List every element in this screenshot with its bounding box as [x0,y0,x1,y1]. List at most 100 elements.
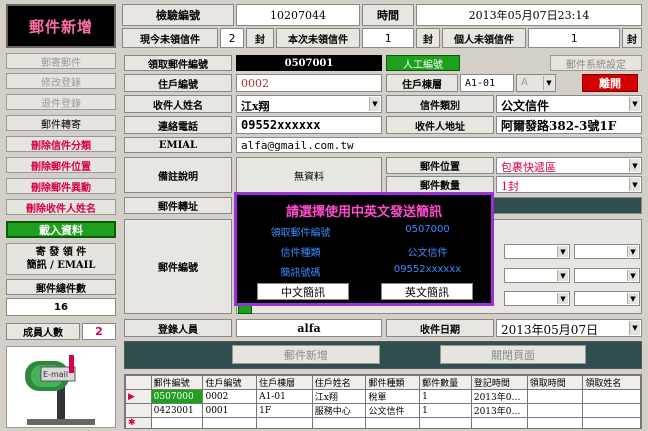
col-header-quantity[interactable]: 郵件數量 [419,375,472,390]
mail-no-select-2[interactable]: ▼ [574,244,640,259]
current-unreceived-label: 現今未領信件 [122,28,218,48]
col-header-type[interactable]: 郵件種類 [365,375,421,390]
sidebar-item-delete-recipient[interactable]: 刪除收件人姓名 [6,199,116,215]
row-selector[interactable] [125,403,152,418]
mail-no-label: 郵件編號 [124,219,232,314]
mailbox-logo: E-mail [6,346,116,428]
mail-no-select-1[interactable]: ▼ [504,244,570,259]
chevron-down-icon: ▼ [557,293,568,304]
phone-field[interactable]: 09552xxxxxx [236,116,382,134]
table-row[interactable]: 0423001 0001 1F 服務中心 公文信件 1 2013年0… [125,403,641,418]
table-cell[interactable]: 2013年0… [470,389,528,404]
table-cell[interactable]: 2013年0… [470,403,528,418]
this-unreceived-label: 本次未領信件 [276,28,360,48]
position-value: 包裹快遞區 [501,161,556,174]
col-header-receiver-name[interactable]: 領取姓名 [582,375,641,390]
note-label: 備註說明 [124,157,232,193]
household-no-field[interactable]: 0002 [236,74,382,92]
sidebar-item-delete-position[interactable]: 刪除郵件位置 [6,157,116,173]
table-cell[interactable] [526,417,584,428]
col-header-receive-time[interactable]: 領取時間 [526,375,584,390]
close-page-button[interactable]: 關閉頁面 [440,345,586,364]
table-cell[interactable]: 江x翔 [311,389,367,404]
chinese-sms-button[interactable]: 中文簡訊 [257,283,349,300]
table-cell[interactable]: 稅單 [365,389,421,404]
note-field[interactable]: 無資料 [236,157,382,193]
table-cell[interactable] [311,417,367,428]
exit-button[interactable]: 離開 [582,74,638,92]
add-mail-button[interactable]: 郵件新增 [232,345,380,364]
table-cell[interactable]: 公文信件 [365,403,421,418]
table-cell[interactable] [526,403,584,418]
quantity-select[interactable]: 1封 ▼ [496,176,642,193]
unit-label-2: 封 [416,28,440,48]
load-data-button[interactable]: 載入資料 [6,221,116,238]
mail-no-select-5[interactable]: ▼ [504,291,570,306]
sidebar-item-send-mail[interactable]: 郵寄郵件 [6,53,116,69]
english-sms-button[interactable]: 英文簡訊 [381,283,473,300]
forward-address-label: 郵件轉址 [124,197,232,214]
table-cell[interactable]: 0001 [202,403,258,418]
table-cell[interactable]: 服務中心 [311,403,367,418]
table-cell[interactable] [256,417,313,428]
row-selector-new[interactable]: ✱ [125,417,152,428]
table-cell[interactable] [365,417,421,428]
col-header-mail-no[interactable]: 郵件編號 [150,375,204,390]
sms-email-button[interactable]: 寄 發 領 件 簡訊 / EMAIL [6,243,116,275]
table-cell[interactable]: 0507000 [150,389,204,404]
sidebar-item-delete-category[interactable]: 刪除信件分類 [6,136,116,152]
table-cell[interactable] [202,417,258,428]
building-label: 住戶棟層 [386,74,458,92]
table-cell[interactable]: 0423001 [150,403,204,418]
chevron-down-icon: ▼ [369,97,380,111]
table-cell[interactable]: 1 [419,403,472,418]
table-cell[interactable] [582,403,641,418]
table-row[interactable]: ▶ 0507000 0002 A1-01 江x翔 稅單 1 2013年0… [125,389,641,404]
dialog-phone-label: 簡訊號碼 [280,268,321,279]
mail-system-settings-button[interactable]: 郵件系統設定 [550,55,642,71]
sidebar-item-forward-mail[interactable]: 郵件轉寄 [6,115,116,131]
table-cell[interactable] [470,417,528,428]
col-header-household-no[interactable]: 住戶編號 [202,375,258,390]
table-cell[interactable]: 0002 [202,389,258,404]
table-cell[interactable] [582,417,641,428]
table-cell[interactable] [150,417,204,428]
table-row-new[interactable]: ✱ [125,417,641,428]
col-header-building[interactable]: 住戶棟層 [256,375,313,390]
table-cell[interactable] [526,389,584,404]
time-value: 2013年05月07日23:14 [416,4,642,26]
mail-table: 郵件編號 住戶編號 住戶棟層 住戶姓名 郵件種類 郵件數量 登記時間 領取時間 … [124,374,642,429]
sidebar-item-edit-record[interactable]: 修改登錄 [6,73,116,89]
mail-no-select-6[interactable]: ▼ [574,291,640,306]
position-select[interactable]: 包裹快遞區 ▼ [496,157,642,174]
row-selector-active[interactable]: ▶ [125,389,152,404]
col-header-name[interactable]: 住戶姓名 [311,375,367,390]
table-cell[interactable] [419,417,472,428]
building-letter-select[interactable]: A ▼ [516,74,556,92]
phone-label: 連絡電話 [124,116,232,134]
recipient-select[interactable]: 江x翔 ▼ [236,95,382,113]
manual-number-button[interactable]: 人工編號 [386,55,460,71]
table-cell[interactable] [582,389,641,404]
table-cell[interactable]: A1-01 [256,389,313,404]
sidebar-item-delete-change[interactable]: 刪除郵件異動 [6,178,116,194]
address-field[interactable]: 阿爾發路382-3號1F [496,116,642,134]
registrar-value: alfa [236,319,382,337]
dialog-title: 請選擇使用中英文發送簡訊 [285,205,442,220]
chevron-down-icon: ▼ [629,97,640,111]
chevron-down-icon: ▼ [543,76,554,90]
mail-no-select-4[interactable]: ▼ [574,268,640,283]
check-no-label: 檢驗編號 [122,4,234,26]
dialog-row-receive-no: 領取郵件編號 0507000 [237,224,491,239]
table-cell[interactable]: 1 [419,389,472,404]
table-cell[interactable]: 1F [256,403,313,418]
dialog-row-type: 信件種類 公文信件 [237,244,491,259]
email-field[interactable]: alfa@gmail.com.tw [236,137,642,153]
mail-type-select[interactable]: 公文信件 ▼ [496,95,642,113]
app-title-text: 郵件新增 [28,17,93,36]
mail-no-select-3[interactable]: ▼ [504,268,570,283]
unit-label-3: 封 [622,28,642,48]
col-header-register-time[interactable]: 登記時間 [470,375,528,390]
sidebar-item-return-record[interactable]: 退件登錄 [6,94,116,110]
receive-date-select[interactable]: 2013年05月07日 ▼ [496,319,642,337]
